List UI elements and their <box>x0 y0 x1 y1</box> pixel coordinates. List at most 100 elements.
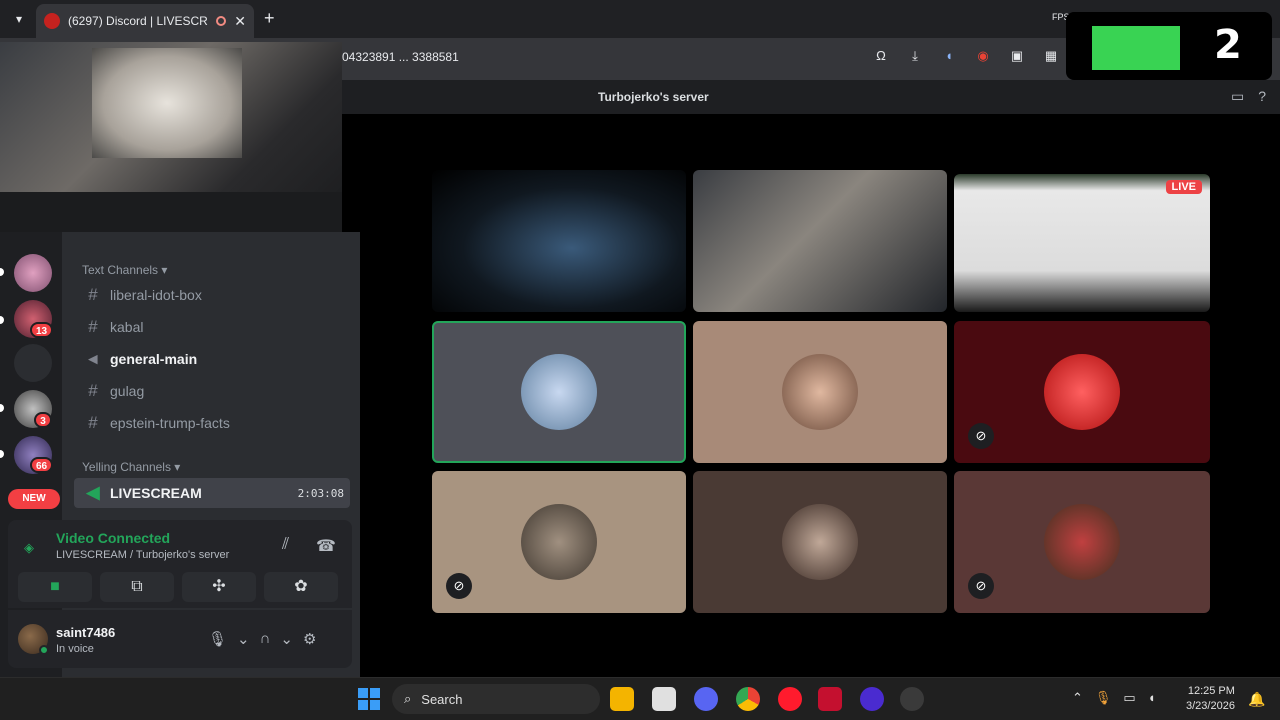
user-status: In voice <box>56 643 94 655</box>
new-tab-button[interactable]: + <box>264 8 275 29</box>
screen: ▾ (6297) Discord | LIVESCREAM ✕ + 043238… <box>0 0 1280 720</box>
taskbar-search[interactable]: ⌕ Search <box>392 684 600 714</box>
hash-icon: # <box>88 285 98 304</box>
new-badge[interactable]: NEW <box>8 489 60 509</box>
category-text-channels[interactable]: Text Channels ▾ <box>82 263 167 277</box>
avatar <box>782 504 858 580</box>
microphone-icon[interactable]: 🎙 <box>1095 690 1112 706</box>
extension-icon[interactable]: ▣ <box>1006 48 1028 64</box>
chevron-down-icon[interactable]: ⌄ <box>280 630 293 648</box>
help-icon[interactable]: ? <box>1258 88 1266 105</box>
microphone-icon[interactable]: 🎙 <box>208 630 227 648</box>
stream-logo: 2 <box>1066 12 1272 80</box>
app-icon[interactable] <box>860 687 884 711</box>
pokeball-icon[interactable]: ◉ <box>972 48 994 64</box>
opera-icon[interactable] <box>778 687 802 711</box>
omega-icon[interactable]: Ω <box>870 48 892 64</box>
mention-badge: 3 <box>34 412 52 428</box>
chevron-down-icon[interactable]: ⌄ <box>237 630 250 648</box>
gear-icon[interactable]: ⚙ <box>303 630 316 648</box>
obs-icon[interactable] <box>900 687 924 711</box>
channel-kabal[interactable]: # kabal <box>74 312 350 342</box>
mention-badge: 66 <box>30 457 54 473</box>
tab-title: (6297) Discord | LIVESCREAM <box>68 14 208 28</box>
video-tile-speaking[interactable] <box>432 321 686 463</box>
hash-icon: # <box>88 381 98 400</box>
search-icon: ⌕ <box>404 691 412 706</box>
chevron-up-icon[interactable]: ⌃ <box>1072 690 1083 706</box>
channel-label: epstein-trump-facts <box>110 415 230 431</box>
capcut-icon[interactable] <box>652 687 676 711</box>
avatar <box>521 354 597 430</box>
unread-pill <box>0 404 4 412</box>
video-tile[interactable] <box>693 471 947 613</box>
online-status-icon <box>39 645 49 655</box>
activities-button[interactable]: ✣ <box>182 572 256 602</box>
inbox-icon[interactable]: ▭ <box>1231 88 1244 105</box>
headphones-icon[interactable]: ∩ <box>260 630 271 648</box>
browser-tab[interactable]: (6297) Discord | LIVESCREAM ✕ <box>36 4 254 38</box>
video-tile-screenshare[interactable]: LIVE <box>954 174 1210 312</box>
hash-icon: # <box>88 413 98 432</box>
voice-duration: 2:03:08 <box>297 486 344 500</box>
tab-search-icon[interactable]: ▾ <box>8 8 30 30</box>
start-button[interactable] <box>358 688 380 710</box>
volume-icon[interactable]: ◖ <box>1148 690 1156 706</box>
chrome-icon[interactable] <box>736 687 760 711</box>
windows-taskbar: ⌕ Search ⌃ 🎙 ▭ ◖ 12:25 PM 3/23/2026 🔔 <box>0 677 1280 720</box>
acrobat-icon[interactable] <box>818 687 842 711</box>
channel-general-main[interactable]: ◂ general-main <box>74 344 350 374</box>
screenshare-button[interactable]: ⧉ <box>100 572 174 602</box>
username[interactable]: saint7486 <box>56 625 115 640</box>
discord-icon[interactable] <box>694 687 718 711</box>
extension-icons: Ω ⤓ ◖ ◉ ▣ ▦ <box>870 48 1062 64</box>
k-logo-block <box>1092 26 1180 70</box>
voice-status[interactable]: Video Connected <box>56 530 170 546</box>
category-yelling-channels[interactable]: Yelling Channels ▾ <box>82 460 180 474</box>
qr-icon[interactable]: ▦ <box>1040 48 1062 64</box>
video-tile-webcam[interactable] <box>693 170 947 312</box>
audio-icon[interactable]: ◖ <box>938 48 960 64</box>
channel-liberal-idot-box[interactable]: # liberal-idot-box <box>74 280 350 310</box>
video-tile[interactable]: ⊘ <box>432 471 686 613</box>
close-tab-icon[interactable]: ✕ <box>234 13 246 30</box>
camera-button[interactable]: ■ <box>18 572 92 602</box>
signal-icon[interactable]: ◈ <box>24 540 40 556</box>
video-tile-host[interactable] <box>432 170 686 312</box>
video-tile[interactable] <box>693 321 947 463</box>
voice-channel-livescream[interactable]: ◀ LIVESCREAM 2:03:08 <box>74 478 350 508</box>
server-icon[interactable] <box>14 254 52 292</box>
webcam-overlay <box>0 42 342 232</box>
video-stage: LIVE ⊘ ⊘ ⊘ <box>360 114 1280 677</box>
noise-suppression-icon[interactable]: ⫽ <box>282 536 289 554</box>
clock[interactable]: 12:25 PM 3/23/2026 <box>1186 684 1235 714</box>
avatar <box>1044 354 1120 430</box>
channel-label: liberal-idot-box <box>110 287 202 303</box>
video-tile[interactable]: ⊘ <box>954 321 1210 463</box>
muted-icon: ⊘ <box>968 573 994 599</box>
muted-icon: ⊘ <box>446 573 472 599</box>
soundboard-icon: ✿ <box>294 578 308 595</box>
voice-location: LIVESCREAM / Turbojerko's server <box>56 549 230 561</box>
file-explorer-icon[interactable] <box>610 687 634 711</box>
discord-header: Turbojerko's server ▭ ? <box>342 80 1280 114</box>
disconnect-icon[interactable]: ☎ <box>316 536 336 556</box>
download-icon[interactable]: ⤓ <box>904 48 926 64</box>
time: 12:25 PM <box>1187 685 1235 697</box>
server-icon[interactable] <box>14 344 52 382</box>
header-icons: ▭ ? <box>1231 88 1266 105</box>
recording-icon <box>216 16 227 26</box>
search-placeholder: Search <box>421 691 463 707</box>
announcement-icon: ◂ <box>88 349 98 368</box>
speaker-icon: ◀ <box>86 483 100 502</box>
unread-pill <box>0 450 4 458</box>
channel-epstein-trump-facts[interactable]: # epstein-trump-facts <box>74 408 350 438</box>
network-icon[interactable]: ▭ <box>1123 690 1135 706</box>
channel-gulag[interactable]: # gulag <box>74 376 350 406</box>
video-tile[interactable]: ⊘ <box>954 471 1210 613</box>
screenshare-icon: ⧉ <box>131 578 143 595</box>
logo-number: 2 <box>1214 22 1242 68</box>
notification-icon[interactable]: 🔔 <box>1248 691 1265 708</box>
soundboard-button[interactable]: ✿ <box>264 572 338 602</box>
url-text[interactable]: 04323891 ... 3388581 <box>342 50 459 64</box>
